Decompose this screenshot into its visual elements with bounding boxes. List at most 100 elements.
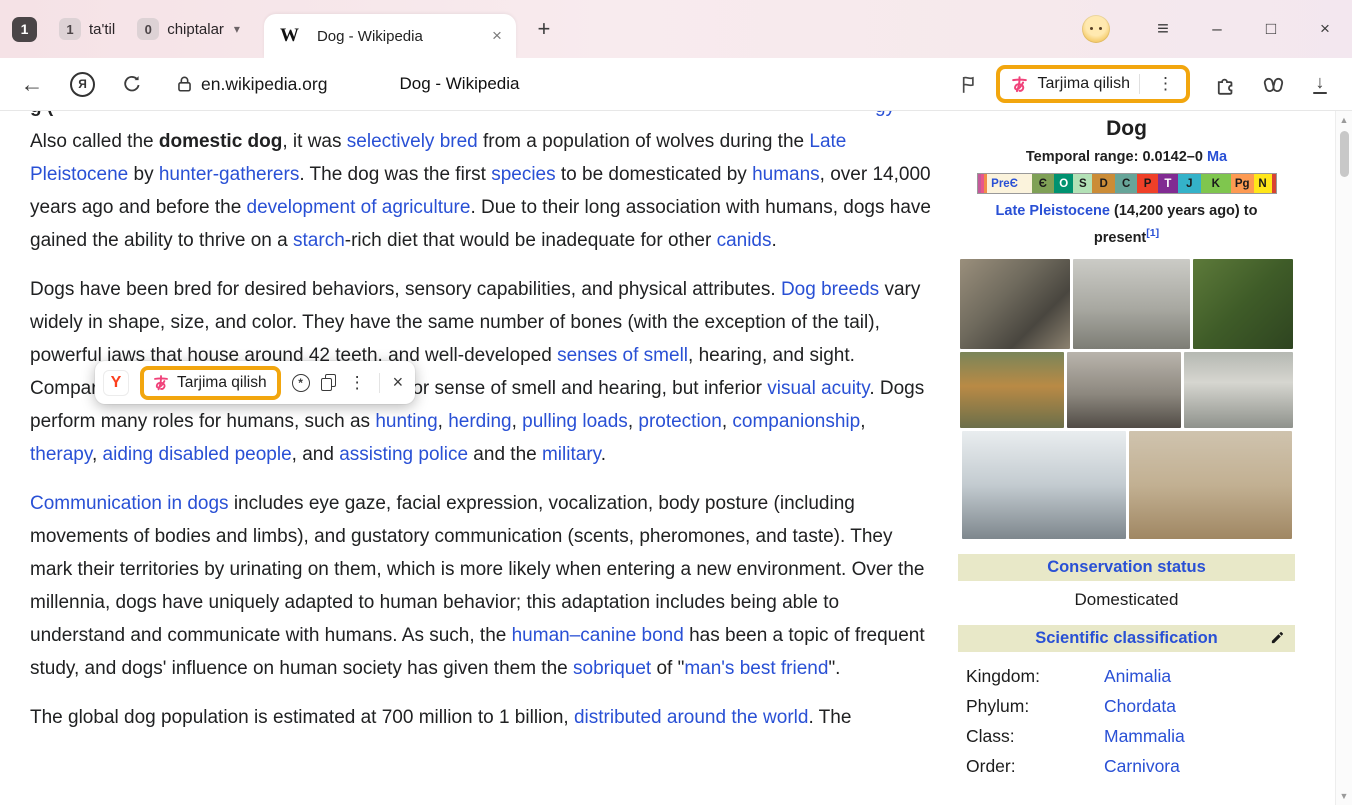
popup-translate-button[interactable]: Tarjima qilish xyxy=(140,366,281,400)
maximize-icon[interactable]: □ xyxy=(1244,19,1298,39)
yandex-icon[interactable]: Я xyxy=(70,72,95,97)
article-link[interactable]: sobriquet xyxy=(573,658,651,679)
more-icon[interactable]: ⋮ xyxy=(347,373,368,393)
edit-pencil-icon[interactable] xyxy=(1270,630,1285,645)
close-icon[interactable]: × xyxy=(391,372,406,393)
timescale-segment[interactable]: C xyxy=(1115,174,1138,193)
article-link[interactable]: hunting xyxy=(375,411,437,432)
profile-avatar[interactable] xyxy=(1082,15,1110,43)
timescale-segment[interactable]: J xyxy=(1178,174,1201,193)
article-link[interactable]: Dog breeds xyxy=(781,279,879,300)
dog-photo[interactable] xyxy=(960,259,1070,349)
dog-photo[interactable] xyxy=(1073,259,1190,349)
extensions-puzzle-icon[interactable] xyxy=(1212,73,1238,96)
phylum-link[interactable]: Chordata xyxy=(1104,696,1176,717)
scientific-classification-header[interactable]: Scientific classification xyxy=(958,625,1295,652)
timescale-segment[interactable]: Pg xyxy=(1231,174,1254,193)
timescale-segment[interactable]: O xyxy=(1054,174,1073,193)
table-row: Kingdom: Animalia xyxy=(958,662,1295,692)
timescale-segment[interactable]: S xyxy=(1073,174,1092,193)
dog-photo[interactable] xyxy=(1184,352,1293,428)
article-text-segment: Also called the xyxy=(30,131,159,152)
dog-photo[interactable] xyxy=(1193,259,1293,349)
article-link[interactable]: military xyxy=(542,444,601,465)
temporal-range-detail: Late Pleistocene (14,200 years ago) to p… xyxy=(972,200,1281,249)
conservation-status-header[interactable]: Conservation status xyxy=(958,554,1295,581)
article-link[interactable]: pulling loads xyxy=(522,411,628,432)
timescale-segment[interactable]: Є xyxy=(1032,174,1055,193)
lock-icon[interactable] xyxy=(173,74,195,94)
vertical-scrollbar[interactable]: ▲ ▼ xyxy=(1335,111,1352,805)
reload-icon[interactable] xyxy=(119,73,145,95)
article-link[interactable]: senses of smell xyxy=(557,345,688,366)
ma-link[interactable]: Ma xyxy=(1207,149,1227,165)
gloves-icon[interactable] xyxy=(1260,73,1286,96)
omnibox-page-title[interactable]: Dog - Wikipedia xyxy=(399,74,519,94)
translate-icon xyxy=(152,374,170,392)
dog-photo[interactable] xyxy=(1067,352,1181,428)
article-link[interactable]: Communication in dogs xyxy=(30,493,229,514)
reference-1[interactable]: [1] xyxy=(1146,227,1159,239)
dog-photo[interactable] xyxy=(962,431,1126,539)
late-pleistocene-link[interactable]: Late Pleistocene xyxy=(996,203,1110,219)
divider xyxy=(1139,74,1140,94)
article-text-segment: and the xyxy=(468,444,542,465)
minimize-icon[interactable]: – xyxy=(1190,19,1244,39)
translate-label: Tarjima qilish xyxy=(1038,75,1130,93)
timescale-segment[interactable]: N xyxy=(1254,174,1272,193)
article-link[interactable]: distributed around the world xyxy=(574,707,808,728)
tab-bar: 1 1 ta'til 0 chiptalar ▾ W Dog - Wikiped… xyxy=(0,0,1352,58)
article-link[interactable]: companionship xyxy=(732,411,860,432)
active-tab[interactable]: W Dog - Wikipedia × xyxy=(264,14,516,58)
tab-group-chip[interactable]: 1 xyxy=(12,17,37,42)
clipped-link-fragment[interactable]: gy xyxy=(875,111,895,123)
scroll-down-icon[interactable]: ▼ xyxy=(1336,791,1352,801)
article-link[interactable]: development of agriculture xyxy=(247,197,471,218)
download-icon[interactable]: ↓ xyxy=(1308,75,1332,94)
kingdom-link[interactable]: Animalia xyxy=(1104,666,1171,687)
dog-photo[interactable] xyxy=(1129,431,1292,539)
article-link[interactable]: species xyxy=(491,164,555,185)
article-text-segment: of " xyxy=(651,658,684,679)
article-link[interactable]: hunter-gatherers xyxy=(159,164,299,185)
timescale-segment[interactable]: PreЄ xyxy=(978,174,1032,193)
article-link[interactable]: canids xyxy=(717,230,772,251)
article-link[interactable]: selectively bred xyxy=(347,131,478,152)
scroll-up-icon[interactable]: ▲ xyxy=(1336,115,1352,125)
window-close-icon[interactable]: × xyxy=(1298,19,1352,39)
back-icon[interactable]: ← xyxy=(18,71,46,98)
article-link[interactable]: starch xyxy=(293,230,345,251)
chevron-down-icon[interactable]: ▾ xyxy=(234,22,240,36)
translate-button[interactable]: Tarjima qilish ⋮ xyxy=(996,65,1190,103)
class-link[interactable]: Mammalia xyxy=(1104,726,1185,747)
new-tab-button[interactable]: + xyxy=(530,16,558,42)
background-tab-chiptalar[interactable]: 0 chiptalar ▾ xyxy=(137,18,240,40)
menu-icon[interactable]: ≡ xyxy=(1136,18,1190,41)
article-link[interactable]: man's best friend xyxy=(684,658,828,679)
order-link[interactable]: Carnivora xyxy=(1104,756,1180,777)
translate-more-icon[interactable]: ⋮ xyxy=(1149,74,1182,94)
bookmark-flag-icon[interactable] xyxy=(956,74,982,95)
article-link[interactable]: humans xyxy=(752,164,820,185)
url-host[interactable]: en.wikipedia.org xyxy=(201,74,327,95)
timescale-segment[interactable]: K xyxy=(1201,174,1231,193)
yandex-search-icon[interactable]: Y xyxy=(103,370,129,396)
copy-icon[interactable] xyxy=(321,374,336,391)
article-link[interactable]: protection xyxy=(638,411,721,432)
article-link[interactable]: visual acuity xyxy=(767,378,869,399)
scrollbar-thumb[interactable] xyxy=(1340,131,1349,177)
timescale-segment[interactable]: P xyxy=(1137,174,1157,193)
timescale-segment[interactable]: T xyxy=(1158,174,1178,193)
article-link[interactable]: therapy xyxy=(30,444,92,465)
timescale-segment[interactable]: D xyxy=(1092,174,1115,193)
timescale-bar[interactable]: PreЄЄOSDCPTJKPgN xyxy=(977,173,1277,194)
background-tab-tatil[interactable]: 1 ta'til xyxy=(59,18,115,40)
article-link[interactable]: herding xyxy=(448,411,511,432)
article-link[interactable]: human–canine bond xyxy=(512,625,684,646)
article-link[interactable]: aiding disabled people xyxy=(103,444,292,465)
dog-photo[interactable] xyxy=(960,352,1064,428)
photo-row xyxy=(958,352,1295,428)
neuro-icon[interactable]: * xyxy=(292,374,310,392)
article-link[interactable]: assisting police xyxy=(339,444,468,465)
tab-close-icon[interactable]: × xyxy=(490,26,504,46)
